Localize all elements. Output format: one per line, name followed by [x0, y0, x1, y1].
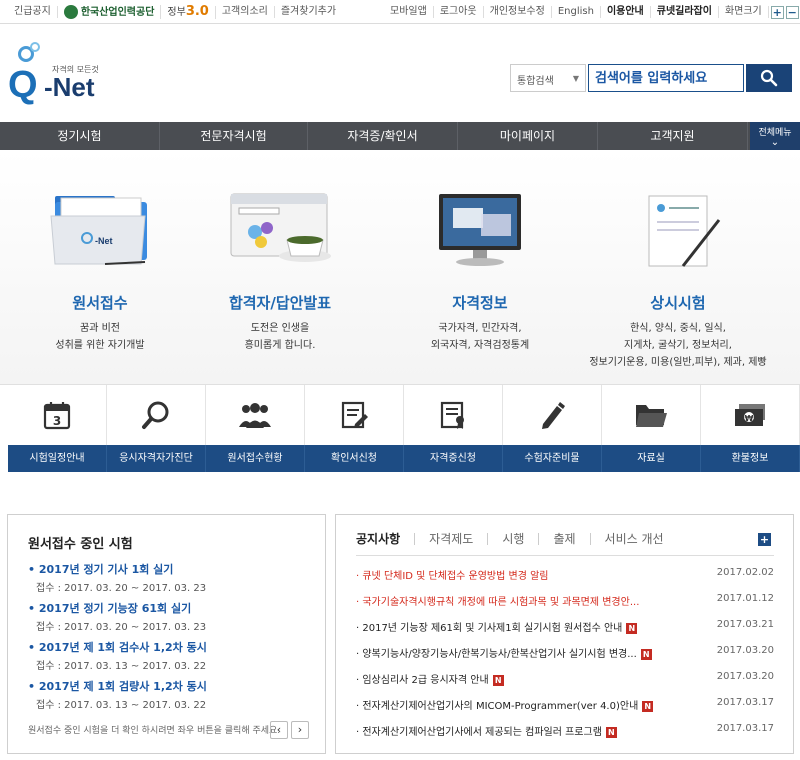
document-pen-illustration-icon [648, 195, 721, 267]
hero-results[interactable]: 합격자/답안발표 도전은 인생을 흥미롭게 합니다. [180, 150, 380, 385]
edit-profile-link[interactable]: 개인정보수정 [484, 6, 552, 18]
hero-title: 상시시험 [650, 294, 706, 312]
screen-size-label: 화면크기 [719, 6, 769, 18]
chevron-down-icon: ▼ [572, 74, 579, 83]
people-icon [239, 403, 271, 428]
quick-archive[interactable]: 자료실 [602, 385, 701, 472]
nav-customer-support[interactable]: 고객지원 [598, 122, 748, 150]
nav-certificate[interactable]: 자격증/확인서 [308, 122, 458, 150]
hrdkorea-seal-icon [63, 5, 78, 19]
hero-desc: 국가자격, 민간자격, 외국자격, 자격검정통계 [430, 323, 530, 351]
hero-title: 원서접수 [72, 294, 128, 312]
nav-mypage[interactable]: 마이페이지 [458, 122, 598, 150]
qnet-logo[interactable]: 자격의 모든것 Q -Net [8, 40, 118, 110]
folder-icon [636, 405, 667, 427]
notice-tabs: 공지사항 자격제도 시행 출제 서비스 개선 [356, 533, 678, 545]
browser-cup-illustration-icon [230, 193, 331, 262]
search-scope-select[interactable]: 통합검색 ▼ [510, 64, 586, 92]
hero-section: -Net 원서접수 꿈과 비전 성취를 위한 자기개발 합격자/답안발표 도전은 … [0, 150, 800, 385]
new-badge: N [640, 648, 652, 660]
open-exams-panel: 원서접수 중인 시험 • 2017년 정기 기사 1회 실기 접수 : 2017… [7, 514, 326, 754]
panel-help-text: 원서접수 중인 시험을 더 확인 하시려면 좌우 버튼을 클릭해 주세요. [28, 726, 281, 736]
notice-row[interactable]: · 전자계산기제어산업기사의 MICOM-Programmer(ver 4.0)… [356, 697, 774, 717]
mobile-app-link[interactable]: 모바일앱 [384, 6, 434, 18]
hrdkorea-logo-link[interactable]: 한국산업인력공단 [58, 5, 162, 19]
hero-title: 자격정보 [452, 294, 508, 312]
new-badge: N [492, 674, 504, 686]
notice-row[interactable]: · 전자계산기제어산업기사에서 제공되는 컴파일러 프로그램 N 2017.03.… [356, 723, 774, 743]
hero-anytime-exam[interactable]: 상시시험 한식, 양식, 중식, 일식, 지게차, 굴삭기, 정보처리, 정보기기운… [578, 150, 778, 385]
tab-question-setting[interactable]: 출제 [539, 533, 591, 545]
notice-row[interactable]: · 2017년 기능장 제61회 및 기사제1회 실기시험 원서접수 안내 N 2… [356, 619, 774, 639]
exam-item[interactable]: • 2017년 정기 기능장 61회 실기 접수 : 2017. 03. 20 … [28, 600, 318, 633]
hero-desc: 꿈과 비전 성취를 위한 자기개발 [55, 323, 145, 351]
exam-item[interactable]: • 2017년 제 1회 검수사 1,2차 동시 접수 : 2017. 03. … [28, 639, 318, 672]
qnet-guide-link[interactable]: 큐넷길라잡이 [651, 6, 719, 18]
svg-text:3: 3 [53, 414, 61, 428]
notice-row[interactable]: · 임상심리사 2급 응시자격 안내 N 2017.03.20 [356, 671, 774, 691]
panel-title: 원서접수 중인 시험 [28, 537, 133, 552]
new-badge: N [642, 700, 654, 712]
english-link[interactable]: English [552, 6, 601, 18]
svg-text:₩: ₩ [745, 414, 754, 423]
divider [356, 555, 774, 556]
quick-confirmation-request[interactable]: 확인서신청 [305, 385, 404, 472]
calendar-icon: 3 [43, 402, 71, 430]
main-nav: 정기시험 전문자격시험 자격증/확인서 마이페이지 고객지원 전체메뉴 ⌄ [0, 122, 800, 150]
more-notices-button[interactable]: + [758, 533, 771, 546]
utility-bar: 긴급공지 한국산업인력공단 정부3.0 고객의소리 즐겨찾기추가 모바일앱 로그… [0, 0, 800, 24]
quick-exam-supplies[interactable]: 수험자준비물 [503, 385, 602, 472]
hero-title: 합격자/답안발표 [228, 294, 332, 312]
certificate-icon [440, 401, 464, 429]
tab-notices[interactable]: 공지사항 [356, 533, 416, 545]
folder-illustration-icon: -Net [50, 196, 147, 265]
emergency-notice-link[interactable]: 긴급공지 [8, 6, 58, 18]
search-button[interactable] [746, 64, 792, 92]
notice-panel: 공지사항 자격제도 시행 출제 서비스 개선 + · 큐넷 단체ID 및 단체접… [335, 514, 794, 754]
tab-service-improvement[interactable]: 서비스 개선 [591, 533, 678, 545]
quick-certificate-request[interactable]: 자격증신청 [404, 385, 503, 472]
quick-exam-schedule[interactable]: 3 시험일정안내 [8, 385, 107, 472]
next-button[interactable]: › [291, 721, 309, 739]
pencil-icon [542, 402, 565, 429]
hero-application[interactable]: -Net 원서접수 꿈과 비전 성취를 위한 자기개발 [0, 150, 200, 385]
hero-qualification-info[interactable]: 자격정보 국가자격, 민간자격, 외국자격, 자격검정통계 [380, 150, 580, 385]
search-input[interactable] [588, 64, 744, 92]
search-area: 통합검색 ▼ [510, 64, 794, 94]
zoom-out-button[interactable]: − [785, 5, 799, 19]
search-icon [760, 69, 778, 87]
exam-item[interactable]: • 2017년 정기 기사 1회 실기 접수 : 2017. 03. 20 ~ … [28, 561, 318, 594]
hero-desc: 한식, 양식, 중식, 일식, 지게차, 굴삭기, 정보처리, 정보기기운용, 미용… [589, 323, 767, 368]
monitor-illustration-icon [439, 194, 521, 266]
quick-refund-info[interactable]: ₩ 환불정보 [701, 385, 800, 472]
zoom-in-button[interactable]: + [770, 5, 784, 19]
logo-ring-small [30, 42, 40, 52]
new-badge: N [626, 622, 638, 634]
hero-desc: 도전은 인생을 흥미롭게 합니다. [244, 323, 316, 351]
quick-eligibility-check[interactable]: 응시자격자가진단 [107, 385, 206, 472]
quick-menu: 3 시험일정안내 응시자격자가진단 원서접수현황 확인서신청 자격증신청 수험자… [0, 385, 800, 472]
logout-link[interactable]: 로그아웃 [434, 6, 484, 18]
notice-row[interactable]: · 국가기술자격시행규칙 개정에 따른 시험과목 및 과목면제 변경안... 2… [356, 593, 774, 613]
svg-text:-Net: -Net [95, 236, 113, 246]
notice-row[interactable]: · 양복기능사/양장기능사/한복기능사/한복산업기사 실기시험 변경... N 2… [356, 645, 774, 665]
exam-item[interactable]: • 2017년 제 1회 검량사 1,2차 동시 접수 : 2017. 03. … [28, 678, 318, 711]
usage-guide-link[interactable]: 이용안내 [601, 6, 651, 18]
quick-application-status[interactable]: 원서접수현황 [206, 385, 305, 472]
new-badge: N [605, 726, 617, 738]
all-menu-button[interactable]: 전체메뉴 ⌄ [750, 122, 800, 150]
gov30-logo[interactable]: 정부3.0 [161, 5, 216, 19]
add-favorite-link[interactable]: 즐겨찾기추가 [275, 6, 342, 18]
money-icon: ₩ [735, 404, 765, 426]
form-edit-icon [341, 401, 368, 429]
nav-regular-exam[interactable]: 정기시험 [0, 122, 160, 150]
search-icon [142, 401, 169, 429]
prev-button[interactable]: ‹ [270, 721, 288, 739]
customer-voice-link[interactable]: 고객의소리 [216, 6, 275, 18]
nav-professional-exam[interactable]: 전문자격시험 [160, 122, 308, 150]
tab-administration[interactable]: 시행 [488, 533, 540, 545]
tab-qualification-system[interactable]: 자격제도 [415, 533, 489, 545]
chevron-down-icon: ⌄ [770, 137, 780, 148]
notice-row[interactable]: · 큐넷 단체ID 및 단체접수 운영방법 변경 알림 2017.02.02 [356, 567, 774, 587]
